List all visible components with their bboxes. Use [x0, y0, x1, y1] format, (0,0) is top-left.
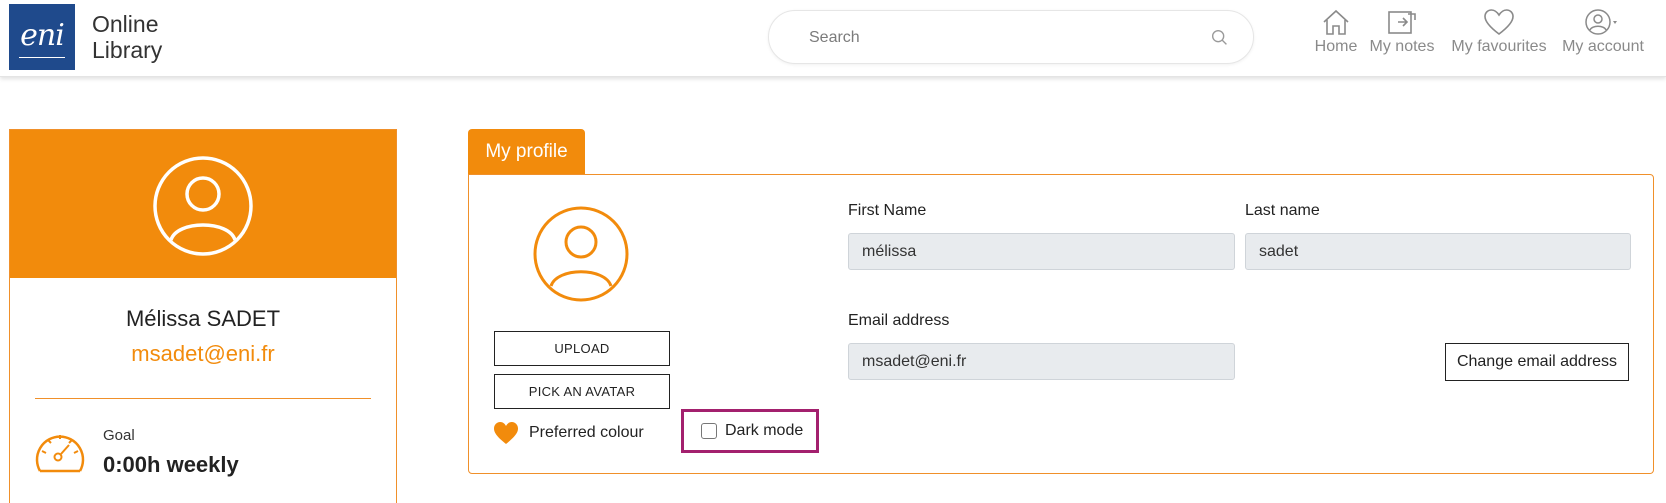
dark-mode-checkbox[interactable] [701, 423, 717, 439]
email-label: Email address [848, 312, 950, 329]
nav-my-favourites[interactable]: My favourites [1449, 8, 1549, 56]
user-summary-card: Mélissa SADET msadet@eni.fr Goal 0:00h w… [9, 129, 397, 503]
last-name-label: Last name [1245, 202, 1320, 219]
eni-logo[interactable]: eni [9, 4, 75, 70]
nav-my-account[interactable]: My account [1560, 8, 1646, 56]
profile-panel: UPLOAD PICK AN AVATAR Preferred colour D… [468, 174, 1654, 474]
dark-mode-label: Dark mode [725, 422, 804, 439]
first-name-label: First Name [848, 202, 927, 219]
email-field[interactable]: msadet@eni.fr [848, 343, 1235, 380]
card-divider [35, 398, 371, 399]
search-box[interactable] [768, 10, 1254, 64]
user-avatar-icon [153, 156, 253, 256]
change-email-button[interactable]: Change email address [1445, 343, 1629, 381]
nav-home-label: Home [1314, 38, 1358, 55]
user-full-name: Mélissa SADET [125, 306, 281, 331]
speedometer-icon [35, 435, 85, 473]
preferred-colour[interactable]: Preferred colour [493, 421, 644, 445]
app-title-line1: Online [92, 11, 159, 37]
notes-icon [1388, 11, 1416, 34]
tab-my-profile[interactable]: My profile [468, 129, 585, 174]
app-title-line2: Library [92, 37, 163, 63]
heart-icon[interactable] [493, 421, 519, 445]
first-name-field[interactable]: mélissa [848, 233, 1235, 270]
search-input[interactable] [809, 25, 1189, 51]
logo-underline [19, 57, 65, 58]
nav-notes-label: My notes [1369, 38, 1435, 55]
pick-avatar-button[interactable]: PICK AN AVATAR [494, 374, 670, 409]
search-icon[interactable] [1209, 27, 1231, 49]
user-circle-icon [1585, 9, 1617, 35]
profile-avatar-icon [533, 206, 629, 302]
nav-favourites-label: My favourites [1451, 38, 1547, 55]
user-email: msadet@eni.fr [131, 341, 275, 366]
goal-value: 0:00h weekly [103, 452, 239, 477]
tab-my-profile-label: My profile [485, 140, 568, 162]
card-banner [10, 130, 396, 278]
app-title: Online Library [92, 11, 162, 63]
top-bar: eni Online Library Home My notes My favo [0, 0, 1666, 77]
last-name-field[interactable]: sadet [1245, 233, 1631, 270]
logo-text: eni [20, 17, 65, 53]
heart-icon [1484, 9, 1514, 36]
goal-label: Goal [103, 427, 135, 444]
dark-mode-toggle[interactable]: Dark mode [681, 409, 819, 453]
preferred-colour-label: Preferred colour [529, 424, 644, 441]
nav-account-label: My account [1562, 38, 1644, 55]
upload-button[interactable]: UPLOAD [494, 331, 670, 366]
nav-my-notes[interactable]: My notes [1369, 8, 1435, 56]
nav-home[interactable]: Home [1311, 8, 1361, 56]
home-icon [1323, 9, 1349, 35]
